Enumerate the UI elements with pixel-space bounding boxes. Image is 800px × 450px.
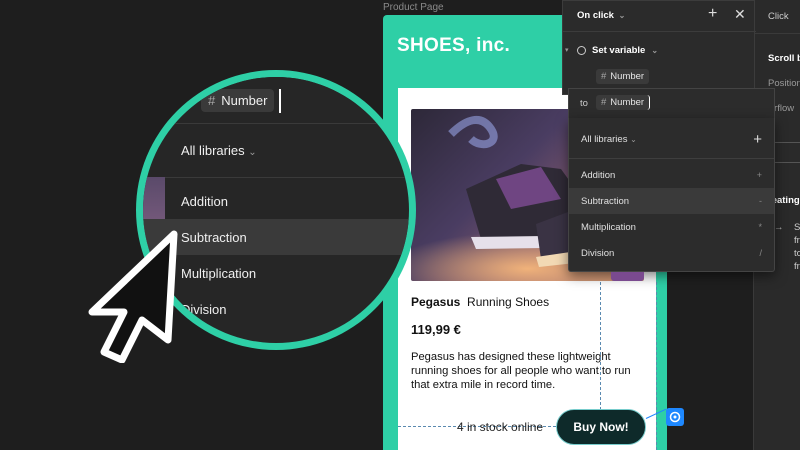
library-dropdown: All libraries ⌄ + Addition + Subtraction… (568, 118, 775, 272)
guide-vertical (600, 282, 601, 410)
to-value-input[interactable]: # Number (596, 95, 651, 110)
set-variable-dropdown[interactable]: Set variable ⌄ (577, 45, 658, 56)
to-label: to (580, 98, 588, 109)
stock-status: 4 in stock online (457, 420, 544, 434)
plus-symbol: + (756, 170, 762, 180)
magnified-number-label: Number (221, 93, 268, 108)
line-2: fr (794, 235, 800, 246)
minus-symbol: - (759, 196, 762, 206)
magnified-item-addition[interactable]: Addition (143, 183, 409, 219)
tab-click-label: Click (768, 11, 789, 22)
menu-item-label: Subtraction (581, 195, 630, 207)
menu-item-label: Addition (581, 169, 616, 181)
add-interaction-icon[interactable]: + (708, 5, 717, 23)
product-image-edge (611, 272, 644, 281)
to-value-text: Number (610, 97, 645, 108)
trigger-label: On click (577, 10, 614, 21)
text-cursor (279, 89, 281, 113)
interaction-trigger-icon[interactable] (666, 408, 684, 426)
variable-pill[interactable]: # Number (596, 69, 650, 84)
menu-divider (569, 158, 774, 159)
menu-item-multiplication[interactable]: Multiplication * (569, 214, 774, 240)
hash-icon: # (601, 97, 607, 108)
line-3: to (794, 248, 800, 259)
panel-divider (563, 31, 756, 32)
action-label: Set variable (592, 45, 646, 56)
magnified-libraries-row[interactable]: All libraries ⌄ (181, 143, 257, 158)
mouse-pointer-icon (88, 230, 178, 363)
chevron-down-icon: ⌄ (651, 46, 659, 55)
chevron-down-icon: ⌄ (248, 147, 257, 158)
variable-name: Number (610, 71, 645, 82)
menu-item-division[interactable]: Division / (569, 240, 774, 266)
action-icon (577, 46, 586, 55)
chevron-down-icon: ⌄ (618, 11, 626, 20)
magnified-number-pill[interactable]: # Number (201, 89, 275, 112)
libraries-label: All libraries (581, 133, 628, 145)
guide-vertical-right (656, 282, 657, 450)
panel-divider (774, 142, 800, 143)
line-1: S (794, 222, 800, 233)
product-brand-name: Pegasus (411, 295, 461, 309)
hash-icon: # (208, 93, 216, 108)
product-type: Running Shoes (467, 295, 550, 309)
product-description: Pegasus has designed these lightweight r… (411, 351, 631, 391)
line-4: fr (794, 261, 800, 272)
tab-click[interactable]: Click (754, 0, 800, 34)
hash-icon: # (601, 71, 607, 82)
trigger-dropdown[interactable]: On click ⌄ (577, 10, 625, 21)
product-price: 119,99 € (411, 322, 461, 337)
menu-item-label: Division (581, 247, 615, 259)
magnified-divider (165, 177, 409, 178)
close-icon[interactable]: ✕ (734, 6, 746, 23)
magnified-libraries-label: All libraries (181, 143, 245, 158)
buy-now-button[interactable]: Buy Now! (556, 409, 646, 445)
brand-title: SHOES, inc. (397, 35, 511, 56)
frame-label[interactable]: Product Page (383, 2, 444, 13)
menu-item-addition[interactable]: Addition + (569, 162, 774, 188)
multiply-symbol: * (758, 222, 762, 232)
to-row: to # Number (568, 88, 775, 118)
caret-icon: ▾ (183, 95, 188, 105)
collapse-caret-icon[interactable]: ▾ (565, 46, 569, 54)
menu-item-label: Multiplication (581, 221, 636, 233)
magnified-header: ▾ # Number (143, 77, 409, 124)
divide-symbol: / (759, 248, 762, 258)
product-name: Pegasus Running Shoes (411, 295, 549, 309)
add-icon[interactable]: + (753, 131, 762, 148)
panel-divider (774, 162, 800, 163)
scroll-behavior-heading: Scroll b (768, 53, 800, 64)
arrow-icon: → (774, 222, 784, 233)
all-libraries-selector[interactable]: All libraries ⌄ + (569, 126, 774, 152)
menu-item-subtraction[interactable]: Subtraction - (569, 188, 774, 214)
interaction-panel: On click ⌄ + ✕ ▾ Set variable ⌄ # Number (562, 0, 756, 95)
chevron-down-icon: ⌄ (630, 134, 637, 144)
